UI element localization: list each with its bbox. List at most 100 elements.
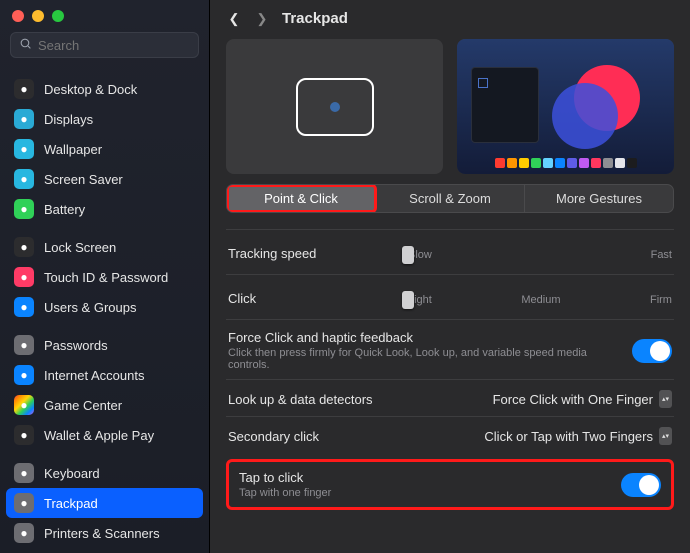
tap-to-click-toggle[interactable] [621, 473, 661, 497]
accent-swatch [567, 158, 577, 168]
accent-swatch [627, 158, 637, 168]
search-field[interactable] [10, 32, 199, 58]
sidebar-item-users-groups[interactable]: ● Users & Groups [6, 292, 203, 322]
preview-row [226, 39, 674, 174]
sidebar-item-printers-scanners[interactable]: ● Printers & Scanners [6, 518, 203, 548]
desktop-dock-icon: ● [14, 79, 34, 99]
accent-swatch [507, 158, 517, 168]
sidebar-item-label: Screen Saver [44, 172, 123, 187]
accent-swatches [457, 158, 674, 168]
sidebar-item-internet-accounts[interactable]: ● Internet Accounts [6, 360, 203, 390]
secondary-click-value: Click or Tap with Two Fingers [484, 429, 653, 444]
search-icon [19, 37, 32, 53]
accent-swatch [555, 158, 565, 168]
window-controls [0, 0, 209, 28]
search-input[interactable] [38, 38, 190, 53]
lookup-popup[interactable]: Force Click with One Finger ▴▾ [493, 390, 672, 408]
sidebar-item-label: Touch ID & Password [44, 270, 168, 285]
updown-icon: ▴▾ [659, 427, 672, 445]
accent-swatch [543, 158, 553, 168]
window-mock-icon [471, 67, 539, 143]
internet-icon: ● [14, 365, 34, 385]
sidebar-item-game-center[interactable]: ● Game Center [6, 390, 203, 420]
gamecenter-icon: ● [14, 395, 34, 415]
sidebar-item-label: Passwords [44, 338, 108, 353]
sidebar-item-battery[interactable]: ● Battery [6, 194, 203, 224]
sidebar-item-label: Printers & Scanners [44, 526, 160, 541]
force-click-toggle[interactable] [632, 339, 672, 363]
sidebar-item-trackpad[interactable]: ● Trackpad [6, 488, 203, 518]
sidebar-item-label: Internet Accounts [44, 368, 144, 383]
trackpad-glyph [296, 78, 374, 136]
sidebar-item-label: Wallet & Apple Pay [44, 428, 154, 443]
lookup-label: Look up & data detectors [228, 392, 398, 407]
tab-point-click[interactable]: Point & Click [227, 185, 376, 212]
click-row: Click Light Medium Firm [226, 274, 674, 319]
sidebar-item-label: Wallpaper [44, 142, 102, 157]
lock-icon: ● [14, 237, 34, 257]
accent-swatch [615, 158, 625, 168]
users-icon: ● [14, 297, 34, 317]
lookup-row: Look up & data detectors Force Click wit… [226, 379, 674, 416]
tab-scroll-zoom[interactable]: Scroll & Zoom [376, 185, 525, 212]
accent-swatch [495, 158, 505, 168]
tracking-speed-row: Tracking speed Slow Fast [226, 229, 674, 274]
tracking-speed-label: Tracking speed [228, 246, 398, 261]
tracking-speed-thumb[interactable] [402, 246, 414, 264]
sidebar-nav: ●Desktop & Dock●Displays●Wallpaper●Scree… [0, 66, 209, 553]
trackpad-icon: ● [14, 493, 34, 513]
sidebar-item-wallpaper[interactable]: ●Wallpaper [6, 134, 203, 164]
accent-swatch [531, 158, 541, 168]
sidebar-item-displays[interactable]: ●Displays [6, 104, 203, 134]
tab-bar: Point & ClickScroll & ZoomMore Gestures [226, 184, 674, 213]
screensaver-icon: ● [14, 169, 34, 189]
secondary-click-label: Secondary click [228, 429, 398, 444]
sidebar-item-label: Game Center [44, 398, 122, 413]
back-button[interactable]: ❮ [226, 11, 242, 27]
minimize-window-button[interactable] [32, 10, 44, 22]
tap-to-click-label: Tap to click [239, 470, 303, 485]
forward-button[interactable]: ❯ [254, 11, 270, 27]
tap-to-click-row: Tap to click Tap with one finger [226, 459, 674, 510]
keyboard-icon: ● [14, 463, 34, 483]
main-pane: ❮ ❯ Trackpad Point & ClickScroll & ZoomM… [210, 0, 690, 553]
accent-swatch [591, 158, 601, 168]
sidebar-item-label: Displays [44, 112, 93, 127]
maximize-window-button[interactable] [52, 10, 64, 22]
sidebar-item-label: Trackpad [44, 496, 98, 511]
page-title: Trackpad [282, 10, 348, 27]
sidebar-item-label: Battery [44, 202, 85, 217]
battery-icon: ● [14, 199, 34, 219]
sidebar-item-passwords[interactable]: ● Passwords [6, 330, 203, 360]
click-thumb[interactable] [402, 291, 414, 309]
sidebar: ●Desktop & Dock●Displays●Wallpaper●Scree… [0, 0, 210, 553]
accent-swatch [519, 158, 529, 168]
force-click-label: Force Click and haptic feedback [228, 330, 413, 345]
sidebar-item-touch-id-password[interactable]: ● Touch ID & Password [6, 262, 203, 292]
tab-more-gestures[interactable]: More Gestures [525, 185, 673, 212]
click-label: Click [228, 291, 398, 306]
trackpad-preview [226, 39, 443, 174]
sidebar-item-keyboard[interactable]: ●Keyboard [6, 458, 203, 488]
wallpaper-blob-icon [552, 83, 618, 149]
wallpaper-preview [457, 39, 674, 174]
sidebar-item-wallet-apple-pay[interactable]: ● Wallet & Apple Pay [6, 420, 203, 450]
force-click-row: Force Click and haptic feedback Click th… [226, 319, 674, 379]
sidebar-item-label: Users & Groups [44, 300, 136, 315]
tap-to-click-sub: Tap with one finger [239, 487, 621, 499]
sidebar-item-desktop-dock[interactable]: ● Desktop & Dock [6, 74, 203, 104]
force-click-sub: Click then press firmly for Quick Look, … [228, 347, 608, 371]
content: Point & ClickScroll & ZoomMore Gestures … [210, 39, 690, 553]
wallet-icon: ● [14, 425, 34, 445]
printer-icon: ● [14, 523, 34, 543]
click-mid-label: Medium [521, 294, 560, 306]
sidebar-item-screen-saver[interactable]: ● Screen Saver [6, 164, 203, 194]
sidebar-item-label: Desktop & Dock [44, 82, 137, 97]
tracking-max-label: Fast [651, 249, 672, 261]
key-icon: ● [14, 335, 34, 355]
touchid-icon: ● [14, 267, 34, 287]
close-window-button[interactable] [12, 10, 24, 22]
sidebar-item-lock-screen[interactable]: ●Lock Screen [6, 232, 203, 262]
secondary-click-popup[interactable]: Click or Tap with Two Fingers ▴▾ [484, 427, 672, 445]
accent-swatch [603, 158, 613, 168]
